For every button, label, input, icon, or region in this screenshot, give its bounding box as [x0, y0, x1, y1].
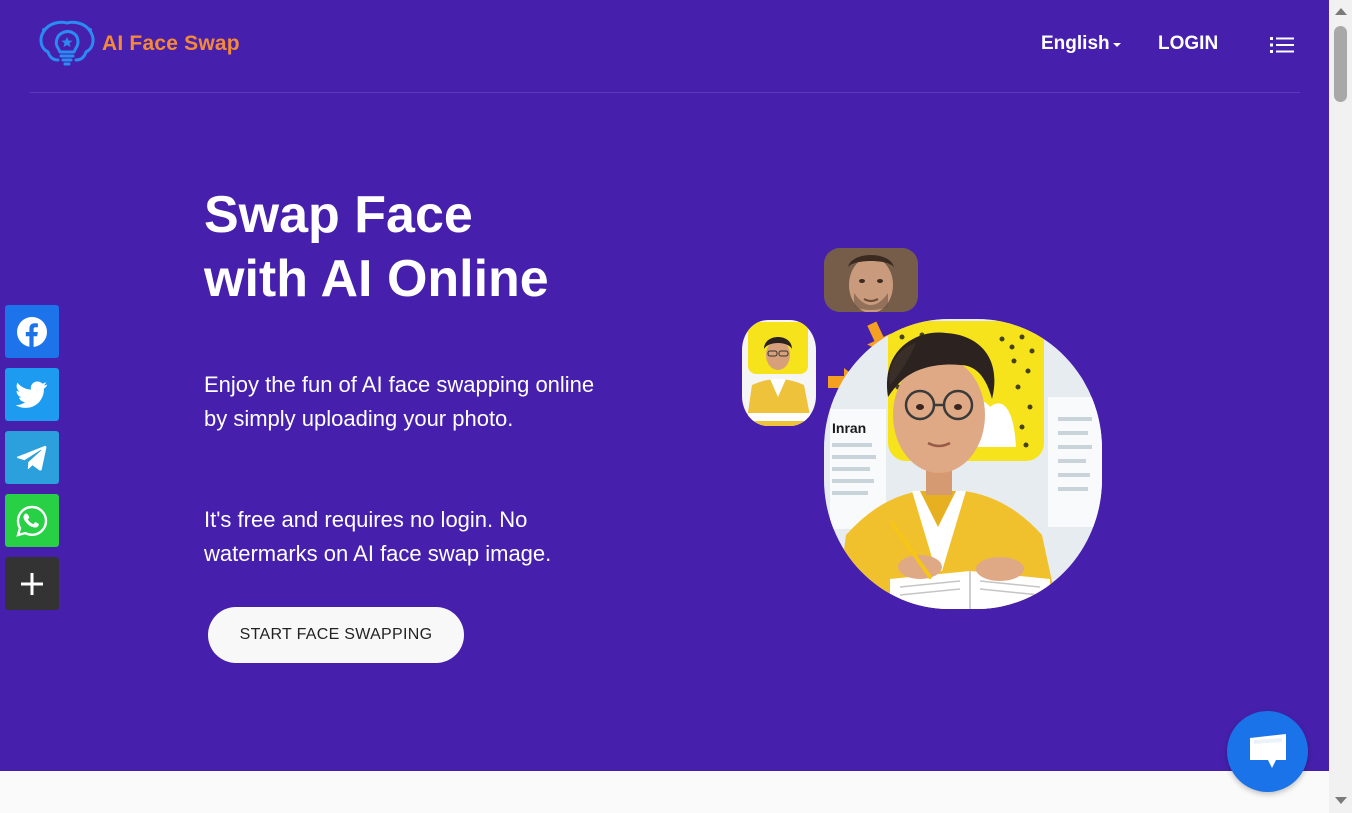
illustration-label: Inran	[832, 420, 866, 436]
facebook-share-button[interactable]	[5, 305, 59, 358]
page-title: Swap Face with AI Online	[204, 183, 549, 311]
face-swap-illustration: Inran	[742, 248, 1102, 609]
chat-bubble-icon	[1249, 733, 1286, 768]
telegram-share-button[interactable]	[5, 431, 59, 484]
brain-lightbulb-icon	[39, 20, 95, 66]
facebook-icon	[17, 316, 47, 347]
chat-button[interactable]	[1227, 711, 1308, 792]
twitter-share-button[interactable]	[5, 368, 59, 421]
whatsapp-share-button[interactable]	[5, 494, 59, 547]
list-menu-icon	[1270, 37, 1294, 53]
header-divider	[30, 92, 1300, 93]
page-scrollbar[interactable]	[1329, 0, 1352, 813]
scroll-up-arrow-icon[interactable]	[1335, 8, 1347, 15]
title-line-2: with AI Online	[204, 250, 549, 308]
more-share-button[interactable]	[5, 557, 59, 610]
hero-description-1: Enjoy the fun of AI face swapping online…	[204, 372, 595, 431]
logo-text: AI Face Swap	[102, 32, 240, 55]
hero-section: AI Face Swap English LOGIN Swap Face wit…	[0, 0, 1329, 771]
site-logo[interactable]: AI Face Swap	[36, 18, 240, 70]
target-thumbnail-photo	[742, 320, 816, 426]
page-viewport: AI Face Swap English LOGIN Swap Face wit…	[0, 0, 1329, 813]
title-line-1: Swap Face	[204, 186, 473, 244]
result-face-photo: Inran	[824, 319, 1102, 609]
language-selector[interactable]: English	[1041, 33, 1121, 55]
chevron-down-icon	[1112, 43, 1121, 47]
start-face-swapping-button[interactable]: START FACE SWAPPING	[208, 607, 464, 663]
twitter-icon	[16, 381, 47, 408]
plus-icon	[21, 572, 43, 595]
scroll-down-arrow-icon[interactable]	[1335, 797, 1347, 804]
source-face-photo	[824, 248, 918, 312]
login-link[interactable]: LOGIN	[1158, 33, 1218, 55]
hero-description-2: It's free and requires no login. No wate…	[204, 507, 552, 566]
telegram-icon	[17, 445, 47, 471]
menu-button[interactable]	[1268, 34, 1296, 56]
whatsapp-icon	[16, 505, 48, 537]
scrollbar-thumb[interactable]	[1334, 26, 1347, 102]
language-label: English	[1041, 33, 1110, 54]
